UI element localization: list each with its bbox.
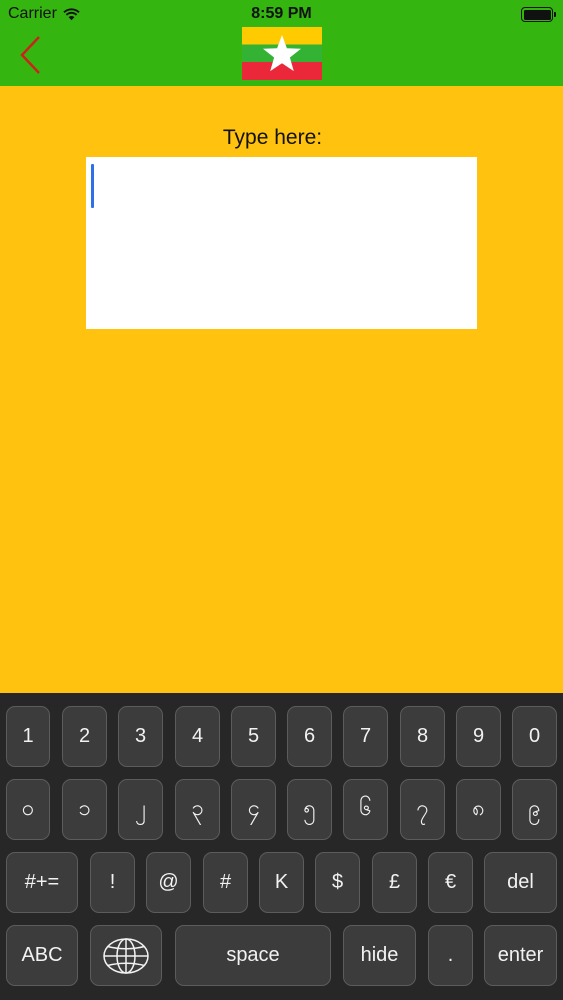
prompt-label: Type here:	[222, 126, 323, 149]
key-at[interactable]: @	[146, 852, 191, 913]
key-burmese-8[interactable]: ၈	[456, 779, 501, 840]
key-1[interactable]: 1	[6, 706, 50, 767]
status-time: 8:59 PM	[251, 5, 312, 22]
key-burmese-6[interactable]: ၆	[343, 779, 388, 840]
enter-key[interactable]: enter	[484, 925, 557, 986]
key-burmese-1[interactable]: ၁	[62, 779, 107, 840]
text-cursor	[91, 164, 94, 208]
key-pound[interactable]: £	[372, 852, 417, 913]
back-button[interactable]	[18, 34, 48, 76]
key-burmese-0[interactable]: ၀	[6, 779, 50, 840]
delete-key[interactable]: del	[484, 852, 557, 913]
key-dollar[interactable]: $	[315, 852, 360, 913]
key-burmese-3[interactable]: ၃	[175, 779, 220, 840]
battery-level	[523, 9, 551, 20]
globe-key[interactable]	[90, 925, 162, 986]
key-burmese-4[interactable]: ၄	[231, 779, 276, 840]
key-burmese-5[interactable]: ၅	[287, 779, 332, 840]
chevron-left-icon	[20, 36, 40, 74]
symbols-toggle-key[interactable]: #+=	[6, 852, 78, 913]
key-8[interactable]: 8	[400, 706, 445, 767]
key-3[interactable]: 3	[118, 706, 163, 767]
key-k[interactable]: K	[259, 852, 304, 913]
hide-keyboard-key[interactable]: hide	[343, 925, 416, 986]
key-burmese-7[interactable]: ၇	[400, 779, 445, 840]
key-period[interactable]: .	[428, 925, 473, 986]
abc-toggle-key[interactable]: ABC	[6, 925, 78, 986]
key-5[interactable]: 5	[231, 706, 276, 767]
key-4[interactable]: 4	[175, 706, 220, 767]
key-burmese-9[interactable]: ၉	[512, 779, 557, 840]
key-burmese-2[interactable]: ၂	[118, 779, 163, 840]
key-euro[interactable]: €	[428, 852, 473, 913]
space-key[interactable]: space	[175, 925, 331, 986]
globe-icon	[103, 937, 149, 974]
key-0[interactable]: 0	[512, 706, 557, 767]
battery-icon	[521, 7, 556, 22]
key-9[interactable]: 9	[456, 706, 501, 767]
key-7[interactable]: 7	[343, 706, 388, 767]
key-exclamation[interactable]: !	[90, 852, 135, 913]
key-6[interactable]: 6	[287, 706, 332, 767]
keyboard: 1 2 3 4 5 6 7 8 9 0 ၀ ၁ ၂ ၃ ၄ ၅ ၆ ၇ ၈ ၉ …	[0, 693, 563, 1000]
status-bar: Carrier 8:59 PM	[0, 0, 563, 28]
key-2[interactable]: 2	[62, 706, 107, 767]
myanmar-flag-icon	[242, 27, 322, 80]
text-input-area[interactable]	[86, 157, 477, 329]
key-hash[interactable]: #	[203, 852, 248, 913]
